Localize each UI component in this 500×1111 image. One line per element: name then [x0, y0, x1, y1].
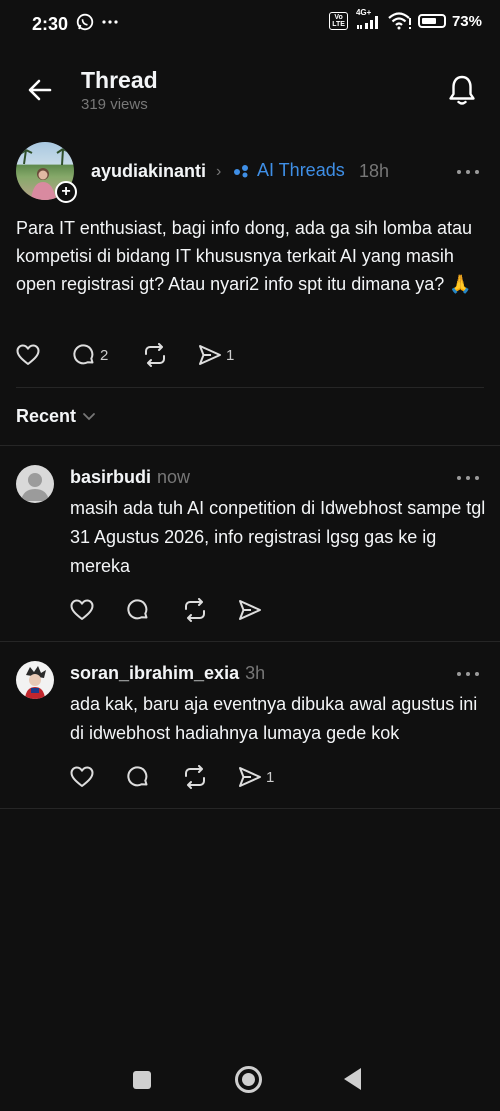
chevron-down-icon — [83, 412, 95, 420]
comment-icon — [73, 344, 94, 365]
status-time: 2:30 — [32, 14, 69, 34]
more-dots-icon — [102, 20, 118, 24]
reply-button[interactable]: 2 — [72, 343, 142, 367]
character-avatar-icon — [25, 666, 46, 699]
post-timestamp: 18h — [359, 161, 390, 181]
heart-icon — [70, 766, 94, 787]
reply-body: ada kak, baru aja eventnya dibuka awal a… — [70, 694, 478, 743]
heart-icon — [70, 599, 94, 620]
send-icon — [199, 345, 221, 365]
like-button[interactable] — [16, 344, 72, 366]
default-avatar-icon — [21, 473, 49, 501]
comment-icon — [127, 599, 148, 620]
reply-button[interactable] — [126, 598, 182, 622]
share-button[interactable]: 1 — [238, 766, 274, 788]
reply-actions — [70, 598, 266, 622]
reply-actions: 1 — [70, 765, 274, 789]
dot-icon — [475, 170, 479, 174]
repost-button[interactable] — [182, 765, 238, 789]
wifi-icon — [388, 12, 411, 30]
send-icon — [239, 767, 261, 787]
bell-icon — [449, 75, 475, 105]
reply-button[interactable] — [126, 765, 182, 789]
dot-icon — [457, 476, 461, 480]
dot-icon — [466, 170, 470, 174]
whatsapp-icon — [76, 13, 94, 31]
dot-icon — [457, 672, 461, 676]
send-icon — [239, 600, 261, 620]
share-button[interactable]: 1 — [198, 344, 234, 366]
dot-icon — [475, 672, 479, 676]
divider — [0, 641, 500, 642]
like-button[interactable] — [70, 599, 126, 621]
like-button[interactable] — [70, 766, 126, 788]
topic-tag[interactable]: AI Threads — [233, 160, 345, 181]
status-right: Vo LTE 4G+ 73% — [329, 8, 482, 30]
reply-author-avatar[interactable] — [16, 465, 54, 503]
battery-icon — [417, 14, 446, 28]
sort-dropdown[interactable]: Recent — [16, 406, 96, 427]
sort-label: Recent — [16, 406, 77, 426]
repost-icon — [185, 598, 205, 622]
post-body: Para IT enthusiast, bagi info dong, ada … — [16, 218, 472, 294]
reply-author-username[interactable]: basirbudi — [70, 467, 151, 488]
dot-icon — [466, 672, 470, 676]
dot-icon — [466, 476, 470, 480]
reply-timestamp: 3h — [245, 663, 266, 683]
post-author-username[interactable]: ayudiakinanti — [91, 161, 206, 182]
reply-more-button[interactable] — [457, 668, 479, 680]
repost-icon — [185, 765, 205, 789]
topic-icon — [234, 164, 248, 177]
reply-count: 2 — [100, 346, 109, 364]
divider — [0, 445, 500, 446]
repost-button[interactable] — [142, 343, 198, 367]
notification-button[interactable] — [447, 74, 477, 106]
back-button[interactable] — [26, 76, 54, 104]
reply-header: soran_ibrahim_exia 3h — [70, 663, 265, 684]
follow-plus-icon[interactable]: + — [55, 181, 77, 203]
view-count: 319 views — [81, 96, 148, 113]
divider — [16, 387, 484, 388]
heart-icon — [16, 344, 40, 365]
dot-icon — [475, 476, 479, 480]
repost-button[interactable] — [182, 598, 238, 622]
share-count: 1 — [226, 346, 235, 364]
system-back-button[interactable] — [344, 1068, 361, 1090]
share-button[interactable] — [238, 599, 266, 621]
reply-author-avatar[interactable] — [16, 661, 54, 699]
post-more-button[interactable] — [457, 166, 479, 178]
share-count: 1 — [266, 768, 275, 786]
chevron-right-icon: › — [216, 163, 222, 180]
topic-label: AI Threads — [257, 160, 345, 180]
divider — [0, 808, 500, 809]
repost-icon — [145, 343, 165, 367]
reply-more-button[interactable] — [457, 472, 479, 484]
status-left-icons — [76, 13, 118, 31]
home-button[interactable] — [235, 1066, 262, 1093]
signal-icon: 4G+ — [354, 8, 382, 30]
arrow-left-icon — [28, 79, 52, 101]
comment-icon — [127, 766, 148, 787]
reply-timestamp: now — [157, 467, 191, 487]
post-actions: 2 1 — [16, 343, 234, 367]
dot-icon — [457, 170, 461, 174]
reply-author-username[interactable]: soran_ibrahim_exia — [70, 663, 239, 684]
reply-header: basirbudi now — [70, 467, 190, 488]
volte-icon: Vo LTE — [329, 12, 348, 30]
page-title: Thread — [81, 67, 158, 93]
reply-body: masih ada tuh AI conpetition di Idwebhos… — [70, 498, 486, 576]
battery-percent: 73% — [451, 12, 482, 30]
recent-apps-button[interactable] — [133, 1071, 151, 1089]
